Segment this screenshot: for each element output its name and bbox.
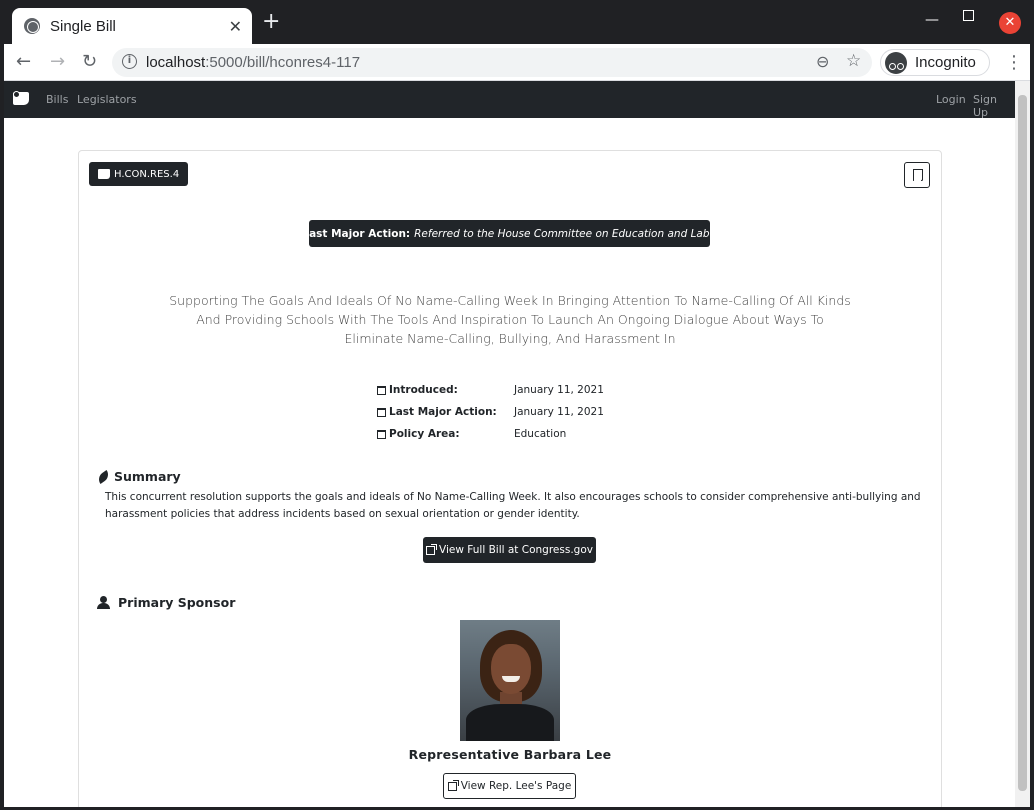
forward-arrow-icon[interactable]: → xyxy=(50,51,65,72)
maximize-icon[interactable] xyxy=(963,10,974,21)
view-full-bill-button[interactable]: View Full Bill at Congress.gov xyxy=(423,537,596,563)
bookmark-star-icon[interactable]: ☆ xyxy=(846,51,861,71)
view-sponsor-page-label: View Rep. Lee's Page xyxy=(460,780,572,792)
reload-icon[interactable]: ↻ xyxy=(82,51,97,72)
meta-row-last-major-action: Last Major Action: January 11, 2021 xyxy=(377,401,677,423)
bill-number: H.CON.RES.4 xyxy=(114,168,180,180)
sponsor-name: Representative Barbara Lee xyxy=(408,747,612,762)
zoom-icon[interactable]: ⊖ xyxy=(816,52,829,71)
scroll-icon xyxy=(98,169,110,179)
view-full-bill-label: View Full Bill at Congress.gov xyxy=(439,544,593,556)
view-sponsor-page-button[interactable]: View Rep. Lee's Page xyxy=(443,773,576,799)
back-arrow-icon[interactable]: ← xyxy=(16,51,31,72)
bookmark-icon xyxy=(913,169,922,181)
meta-row-introduced: Introduced: January 11, 2021 xyxy=(377,379,677,401)
sponsor-photo xyxy=(460,620,560,741)
external-link-icon xyxy=(447,779,459,791)
bill-card: H.CON.RES.4 Last Major Action: Referred … xyxy=(78,150,942,807)
primary-sponsor-heading: Primary Sponsor xyxy=(97,595,235,610)
bill-meta-list: Introduced: January 11, 2021 Last Major … xyxy=(377,379,677,445)
nav-link-signup[interactable]: Sign Up xyxy=(973,93,1015,119)
scrollbar-thumb[interactable] xyxy=(1018,95,1027,791)
browser-toolbar: ← → ↻ i localhost:5000/bill/hconres4-117… xyxy=(0,44,1034,81)
meta-label: Introduced: xyxy=(389,384,458,396)
nav-link-legislators[interactable]: Legislators xyxy=(77,93,137,106)
dot-circle-icon xyxy=(296,228,303,239)
summary-heading-text: Summary xyxy=(114,469,181,484)
nav-link-login[interactable]: Login xyxy=(936,93,966,106)
menu-kebab-icon[interactable]: ⋮ xyxy=(1005,52,1023,73)
page-viewport: Bills Legislators Login Sign Up H.CON.RE… xyxy=(4,81,1015,807)
feather-icon xyxy=(95,469,112,484)
primary-sponsor-heading-text: Primary Sponsor xyxy=(118,595,236,610)
meta-label: Policy Area: xyxy=(389,428,460,440)
browser-titlebar: Single Bill ✕ + — ✕ xyxy=(0,0,1034,44)
browser-tab[interactable]: Single Bill ✕ xyxy=(12,8,252,44)
address-bar[interactable]: i localhost:5000/bill/hconres4-117 ⊖ ☆ xyxy=(112,48,872,77)
last-major-action-banner: Last Major Action: Referred to the House… xyxy=(296,220,723,247)
globe-icon xyxy=(24,18,40,34)
summary-text: This concurrent resolution supports the … xyxy=(105,491,921,520)
bill-title: Supporting The Goals And Ideals Of No Na… xyxy=(169,293,851,346)
meta-value: Education xyxy=(514,428,567,440)
nav-link-bills[interactable]: Bills xyxy=(46,93,68,106)
url-host: localhost xyxy=(146,54,206,71)
url-path: :5000/bill/hconres4-117 xyxy=(205,54,361,71)
site-info-icon[interactable]: i xyxy=(122,54,137,69)
page-scrollbar[interactable] xyxy=(1015,81,1030,807)
calendar-check-icon xyxy=(377,385,386,395)
user-edit-icon xyxy=(97,596,114,609)
incognito-indicator[interactable]: Incognito xyxy=(880,49,990,76)
bill-number-badge: H.CON.RES.4 xyxy=(89,162,189,186)
close-window-icon[interactable]: ✕ xyxy=(999,12,1021,34)
site-navbar: Bills Legislators Login Sign Up xyxy=(4,81,1015,119)
meta-label: Last Major Action: xyxy=(389,406,497,418)
new-tab-button[interactable]: + xyxy=(262,11,280,33)
tab-title: Single Bill xyxy=(50,17,116,35)
meta-value: January 11, 2021 xyxy=(514,384,604,396)
calendar-check-icon xyxy=(377,407,386,417)
incognito-icon xyxy=(885,51,907,74)
summary-heading: Summary xyxy=(95,469,181,484)
last-action-text: Referred to the House Committee on Educa… xyxy=(414,227,723,240)
incognito-label: Incognito xyxy=(915,54,976,71)
scroll-logo-icon[interactable] xyxy=(13,91,29,105)
external-link-icon xyxy=(426,543,438,555)
meta-row-policy-area: Policy Area: Education xyxy=(377,423,677,445)
url-text[interactable]: localhost:5000/bill/hconres4-117 xyxy=(146,54,360,71)
minimize-icon[interactable]: — xyxy=(925,12,939,28)
window-frame-right xyxy=(1030,44,1034,810)
calendar-check-icon xyxy=(377,429,386,439)
last-action-label: Last Major Action: xyxy=(302,227,411,240)
tab-close-icon[interactable]: ✕ xyxy=(229,17,242,36)
meta-value: January 11, 2021 xyxy=(514,406,604,418)
bookmark-button[interactable] xyxy=(904,162,930,188)
